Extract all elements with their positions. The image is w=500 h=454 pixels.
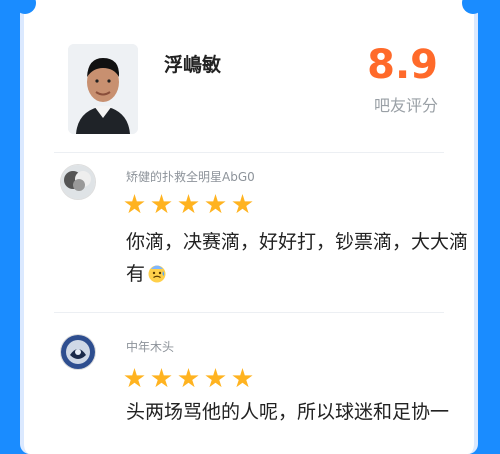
card-notch-right bbox=[462, 0, 484, 14]
review-divider bbox=[54, 312, 444, 313]
review-text-line: 头两场骂他的人呢，所以球迷和足协一 bbox=[126, 401, 450, 423]
sweating-face-emoji-icon bbox=[147, 261, 167, 283]
rating-card: 浮嶋敏 8.9 吧友评分 矫健的扑救全明星AbG0 你滴，决赛滴，好好打，钞票滴… bbox=[14, 0, 484, 454]
star-icon bbox=[124, 368, 145, 388]
star-icon bbox=[124, 194, 145, 214]
star-icon bbox=[205, 368, 226, 388]
player-photo bbox=[68, 44, 138, 134]
rating-score-label: 吧友评分 bbox=[373, 96, 438, 115]
review-text-line: 你滴，决赛滴，好好打，钞票滴，大大滴 bbox=[126, 231, 469, 253]
review-text: 头两场骂他的人呢，所以球迷和足协一 bbox=[126, 396, 471, 428]
star-icon bbox=[205, 194, 226, 214]
review-username[interactable]: 矫健的扑救全明星AbG0 bbox=[126, 168, 255, 185]
star-icon bbox=[178, 194, 199, 214]
star-icon bbox=[151, 368, 172, 388]
star-icon bbox=[232, 194, 253, 214]
rating-score: 8.9 bbox=[367, 42, 438, 88]
header-divider bbox=[54, 152, 444, 153]
review-username[interactable]: 中年木头 bbox=[126, 338, 174, 355]
review-avatar[interactable] bbox=[60, 334, 96, 370]
star-icon bbox=[232, 368, 253, 388]
player-name: 浮嶋敏 bbox=[164, 54, 222, 76]
review-avatar[interactable] bbox=[60, 164, 96, 200]
star-icon bbox=[151, 194, 172, 214]
review-text: 你滴，决赛滴，好好打，钞票滴，大大滴 有 bbox=[126, 226, 471, 290]
review-text-fragment: 有 bbox=[126, 263, 146, 285]
card-notch-left bbox=[14, 0, 36, 14]
review-stars bbox=[124, 368, 253, 389]
star-icon bbox=[178, 368, 199, 388]
review-text-line: 有 bbox=[126, 258, 471, 290]
review-stars bbox=[124, 194, 253, 215]
